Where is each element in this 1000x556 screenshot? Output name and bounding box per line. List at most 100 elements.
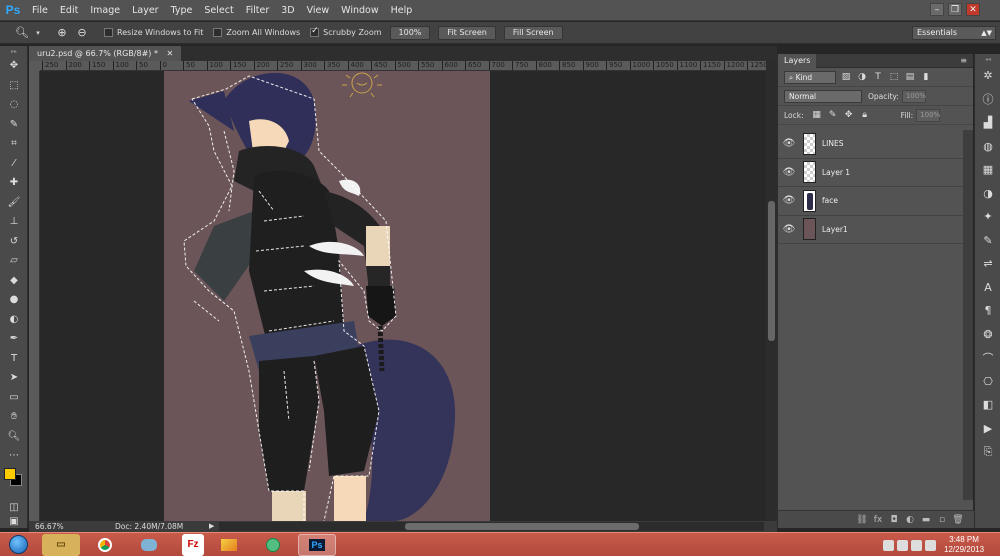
layer-row-face[interactable]: 👁︎ face: [778, 187, 963, 216]
pen-tool-icon[interactable]: ✒︎: [0, 329, 28, 349]
blend-mode-select[interactable]: Normal: [784, 89, 862, 103]
paint-icon[interactable]: [210, 534, 248, 556]
start-button[interactable]: [0, 533, 36, 556]
checkbox-box-checked[interactable]: [310, 26, 320, 37]
resize-windows-checkbox[interactable]: Resize Windows to Fit: [104, 28, 203, 37]
smart-object-filter-icon[interactable]: ▤: [904, 71, 916, 83]
path-selection-tool-icon[interactable]: ➤: [0, 368, 28, 388]
minimize-button[interactable]: –: [930, 3, 944, 16]
tab-layers[interactable]: Layers: [778, 54, 817, 68]
photoshop-taskbar-icon[interactable]: Ps: [298, 533, 336, 556]
layer-style-icon[interactable]: fx: [870, 515, 886, 525]
filezilla-icon[interactable]: Fz: [182, 533, 204, 556]
status-menu-arrow-icon[interactable]: ▶: [209, 521, 214, 532]
zoom-in-icon[interactable]: ⊕: [54, 25, 70, 41]
pixel-filter-icon[interactable]: ▨: [840, 71, 852, 83]
color-icon[interactable]: ◍: [975, 135, 1000, 159]
add-mask-icon[interactable]: ◘: [886, 515, 902, 525]
scrubby-zoom-checkbox[interactable]: Scrubby Zoom: [310, 26, 382, 37]
close-icon[interactable]: ✕: [167, 49, 174, 58]
green-app-icon[interactable]: [254, 534, 292, 556]
quick-selection-tool-icon[interactable]: ✎: [0, 115, 28, 135]
horizontal-ruler[interactable]: 250 200 150 100 50 0 50 100 150 200 250 300 350 400 45…: [40, 61, 766, 71]
dock-grip-icon[interactable]: ◂◂: [975, 54, 1000, 64]
visibility-eye-icon[interactable]: 👁︎: [778, 167, 800, 178]
crop-tool-icon[interactable]: ⌗: [0, 134, 28, 154]
vertical-scrollbar[interactable]: [766, 61, 777, 521]
layers-scrollbar[interactable]: [963, 130, 973, 500]
ruler-origin[interactable]: [29, 61, 40, 71]
close-button[interactable]: ✕: [966, 3, 980, 16]
eraser-tool-icon[interactable]: ▱: [0, 251, 28, 271]
menu-help[interactable]: Help: [385, 0, 419, 21]
artboard[interactable]: [164, 71, 490, 521]
dodge-tool-icon[interactable]: ◐: [0, 310, 28, 330]
lasso-tool-icon[interactable]: ◌: [0, 95, 28, 115]
vertical-scrollbar-thumb[interactable]: [768, 201, 775, 341]
explorer-icon[interactable]: ▭: [42, 533, 80, 556]
zoom-level[interactable]: 66.67%: [35, 521, 64, 532]
screen-mode-icon[interactable]: ▣: [0, 512, 28, 532]
foreground-color-swatch[interactable]: [4, 468, 16, 480]
fit-screen-button[interactable]: Fit Screen: [438, 25, 496, 40]
adjustment-layer-icon[interactable]: ◐: [902, 515, 918, 525]
channels-icon[interactable]: ❂: [975, 323, 1000, 347]
horizontal-scrollbar[interactable]: [219, 522, 764, 531]
flag-icon[interactable]: [925, 539, 936, 551]
menu-select[interactable]: Select: [198, 0, 239, 21]
adjustments-icon[interactable]: ◑: [975, 182, 1000, 206]
healing-brush-tool-icon[interactable]: ✚: [0, 173, 28, 193]
clone-stamp-tool-icon[interactable]: ⊥: [0, 212, 28, 232]
paragraph-icon[interactable]: ¶: [975, 299, 1000, 323]
opacity-input[interactable]: 100%: [901, 89, 926, 103]
link-layers-icon[interactable]: ⛓︎: [854, 515, 870, 525]
swatches-icon[interactable]: ▦: [975, 158, 1000, 182]
restore-button[interactable]: ❐: [948, 3, 962, 16]
zoom-all-windows-checkbox[interactable]: Zoom All Windows: [213, 28, 300, 37]
horizontal-scrollbar-thumb[interactable]: [405, 523, 639, 530]
navigator-icon[interactable]: ✲: [975, 64, 1000, 88]
filter-kind-select[interactable]: ⌕ Kind: [784, 70, 836, 84]
lock-position-icon[interactable]: ✥: [843, 109, 855, 121]
history-icon[interactable]: ⎔: [975, 370, 1000, 394]
type-tool-icon[interactable]: T: [0, 349, 28, 369]
new-group-icon[interactable]: ▬: [918, 515, 934, 525]
menu-3d[interactable]: 3D: [275, 0, 300, 21]
clone-source-icon[interactable]: ⎘: [975, 440, 1000, 464]
zoom-out-icon[interactable]: ⊖: [74, 25, 90, 41]
zoom-100-button[interactable]: 100%: [389, 25, 431, 40]
volume-icon[interactable]: [911, 539, 922, 551]
more-tools-icon[interactable]: ⋯: [0, 446, 28, 466]
menu-layer[interactable]: Layer: [126, 0, 165, 21]
zoom-tool-icon[interactable]: 🔍︎: [0, 427, 28, 447]
character-icon[interactable]: A: [975, 276, 1000, 300]
tool-presets-icon[interactable]: ⇌: [975, 252, 1000, 276]
menu-filter[interactable]: Filter: [240, 0, 276, 21]
menu-file[interactable]: File: [26, 0, 54, 21]
info-icon[interactable]: ⓘ: [975, 88, 1000, 112]
menu-edit[interactable]: Edit: [54, 0, 84, 21]
checkbox-box[interactable]: [104, 28, 113, 37]
canvas-area[interactable]: [40, 71, 766, 521]
zoom-tool-icon[interactable]: 🔍︎: [14, 25, 30, 41]
trash-icon[interactable]: 🗑︎: [950, 515, 966, 525]
history-brush-tool-icon[interactable]: ↺: [0, 232, 28, 252]
tool-preset-chevron-down-icon[interactable]: ▾: [34, 25, 42, 41]
move-tool-icon[interactable]: ✥: [0, 56, 28, 76]
eyedropper-tool-icon[interactable]: ⁄: [0, 154, 28, 174]
lock-all-icon[interactable]: 🔒︎: [859, 109, 871, 121]
fill-input[interactable]: 100%: [916, 108, 940, 122]
layer-row-lines[interactable]: 👁︎ LINES: [778, 130, 963, 159]
menu-view[interactable]: View: [301, 0, 336, 21]
tray-arrow-icon[interactable]: [883, 539, 894, 551]
layer-row-layer1[interactable]: 👁︎ Layer1: [778, 215, 963, 244]
brush-presets-icon[interactable]: ✎: [975, 229, 1000, 253]
menu-image[interactable]: Image: [84, 0, 126, 21]
clock[interactable]: 3:48 PM 12/29/2013: [944, 535, 984, 555]
workspace-select[interactable]: Essentials ▲▼: [912, 26, 996, 40]
histogram-icon[interactable]: ▟: [975, 111, 1000, 135]
layer-comps-icon[interactable]: ◧: [975, 393, 1000, 417]
shape-filter-icon[interactable]: ⬚: [888, 71, 900, 83]
hand-tool-icon[interactable]: ✋︎: [0, 407, 28, 427]
panel-grip-icon[interactable]: ▸▸: [0, 46, 28, 56]
